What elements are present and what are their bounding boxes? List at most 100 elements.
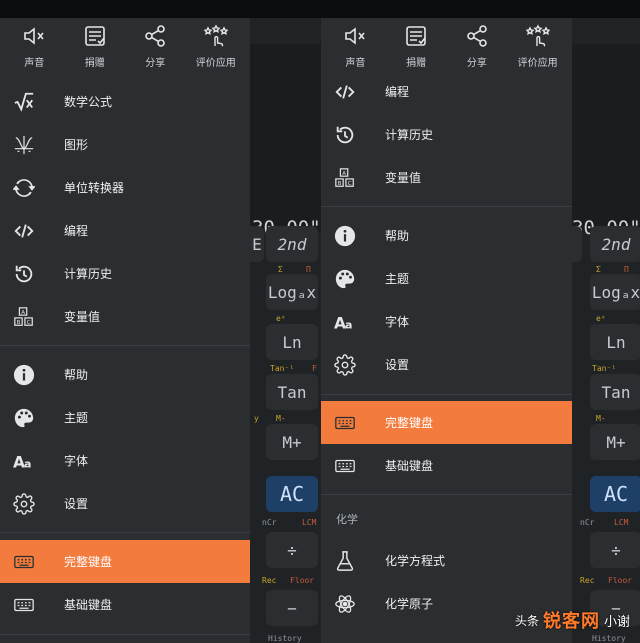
status-bar [0,0,640,18]
key-e-partial[interactable] [572,226,582,262]
donate-label: 捐赠 [84,58,105,69]
menu-item-theme[interactable]: 主题 [321,257,572,300]
variables-icon: AB C [335,167,354,186]
key-ln[interactable]: Ln [266,324,318,360]
donate-icon [406,26,426,46]
key-ln[interactable]: Ln [590,324,640,360]
share-button[interactable]: 分享 [125,24,185,69]
label-history: History [592,634,626,643]
key-minus[interactable]: − [266,590,318,626]
menu-item-history[interactable]: 计算历史 [0,252,250,295]
label-ncr: nCr [580,518,595,527]
info-icon [13,364,35,385]
menu-item-variables[interactable]: ABC 变量值 [321,156,572,199]
menu-divider [321,494,572,495]
label-y: y [254,414,259,423]
palette-icon [335,269,355,288]
menu-item-full-keyboard[interactable]: 完整键盘 [321,401,572,444]
history-icon [15,265,33,282]
donate-label: 捐赠 [406,58,427,69]
key-ac[interactable]: AC [590,476,640,512]
svg-text:C: C [348,180,352,186]
menu-item-programming[interactable]: 编程 [321,70,572,113]
watermark: 头条 锐客网 小谢 [515,607,630,633]
key-ac[interactable]: AC [266,476,318,512]
label-pi: Π [624,265,629,274]
menu-item-settings[interactable]: 设置 [0,482,250,525]
menu-item-full-keyboard[interactable]: 完整键盘 [0,540,250,583]
menu-divider [0,532,250,533]
flask-icon [336,550,354,571]
menu-item-variables[interactable]: ABC 变量值 [0,295,250,338]
sound-label: 声音 [345,58,366,69]
share-icon [145,25,166,47]
calculator-background-right: 30.00" 2nd Σ Π Logₐx eˣ Ln Tan⁻¹ Tan M- … [572,18,640,643]
share-icon [467,25,487,47]
label-floor: Floor [608,576,633,585]
share-label: 分享 [466,58,487,69]
label-pi: Π [306,265,311,274]
key-e-partial[interactable]: E [250,226,264,262]
key-mplus[interactable]: M+ [266,424,318,460]
share-button[interactable]: 分享 [447,24,507,69]
keyboard-icon [335,459,355,472]
rate-app-label: 评价应用 [517,58,558,69]
menu-item-help[interactable]: 帮助 [321,214,572,257]
watermark-site: 锐客网 [542,611,600,632]
key-loga[interactable]: Logₐx [266,274,318,310]
menu-item-graph[interactable]: 图形 [0,123,250,166]
sound-button[interactable]: 声音 [325,24,385,69]
menu-item-chemical-equation[interactable]: 化学方程式 [321,539,572,582]
label-tan-inv: Tan⁻¹ [592,364,617,373]
donate-button[interactable]: 捐赠 [386,24,446,69]
label-ex: eˣ [276,314,286,323]
key-divide[interactable]: ÷ [266,532,318,568]
sound-label: 声音 [24,58,45,69]
label-sigma: Σ [278,265,283,274]
key-loga[interactable]: Logₐx [590,274,640,310]
keyboard-icon [14,555,34,568]
label-ex: eˣ [596,314,606,323]
rate-app-button[interactable]: 评价应用 [186,24,246,69]
sound-button[interactable]: 声音 [4,24,64,69]
menu-item-history[interactable]: 计算历史 [321,113,572,156]
svg-text:C: C [27,319,31,325]
label-rec: Rec [262,576,277,585]
menu-item-math-formula[interactable]: 数学公式 [0,80,250,123]
menu-item-basic-keyboard[interactable]: 基础键盘 [0,583,250,626]
label-history: History [268,634,302,643]
label-floor: Floor [290,576,315,585]
watermark-prefix: 头条 [514,613,539,628]
speaker-mute-icon [24,27,44,45]
key-tan[interactable]: Tan [590,374,640,410]
menu-item-unit-converter[interactable]: 单位转换器 [0,166,250,209]
palette-icon [14,408,34,427]
menu-item-programming[interactable]: 编程 [0,209,250,252]
key-2nd[interactable]: 2nd [266,226,318,262]
svg-text:A: A [342,170,346,176]
speaker-mute-icon [345,27,365,45]
menu-divider [0,345,250,346]
menu-item-theme[interactable]: 主题 [0,396,250,439]
watermark-author: 小谢 [603,614,630,630]
calculator-background-left: 30.00" E 2nd Σ Π Logₐx eˣ Ln Tan⁻¹ F Tan… [250,18,321,643]
key-2nd[interactable]: 2nd [590,226,640,262]
rate-app-button[interactable]: 评价应用 [508,24,568,69]
atom-icon [335,594,355,613]
svg-text:A: A [21,309,25,315]
menu-item-basic-keyboard[interactable]: 基础键盘 [321,444,572,487]
key-mplus[interactable]: M+ [590,424,640,460]
menu-item-settings[interactable]: 设置 [321,343,572,386]
drawer-icon-bar: 声音 捐赠 分享 评价应用 [0,18,250,80]
key-divide[interactable]: ÷ [590,532,640,568]
variables-icon: AB C [14,306,33,325]
font-icon: Aa [13,453,31,471]
section-title-chemistry: 化学 [336,513,358,526]
menu-item-font[interactable]: Aa 字体 [321,300,572,343]
key-tan[interactable]: Tan [266,374,318,410]
menu-item-help[interactable]: 帮助 [0,353,250,396]
menu-item-font[interactable]: Aa 字体 [0,439,250,482]
info-icon [334,225,356,246]
donate-button[interactable]: 捐赠 [65,24,125,69]
label-mminus: M- [596,414,606,423]
